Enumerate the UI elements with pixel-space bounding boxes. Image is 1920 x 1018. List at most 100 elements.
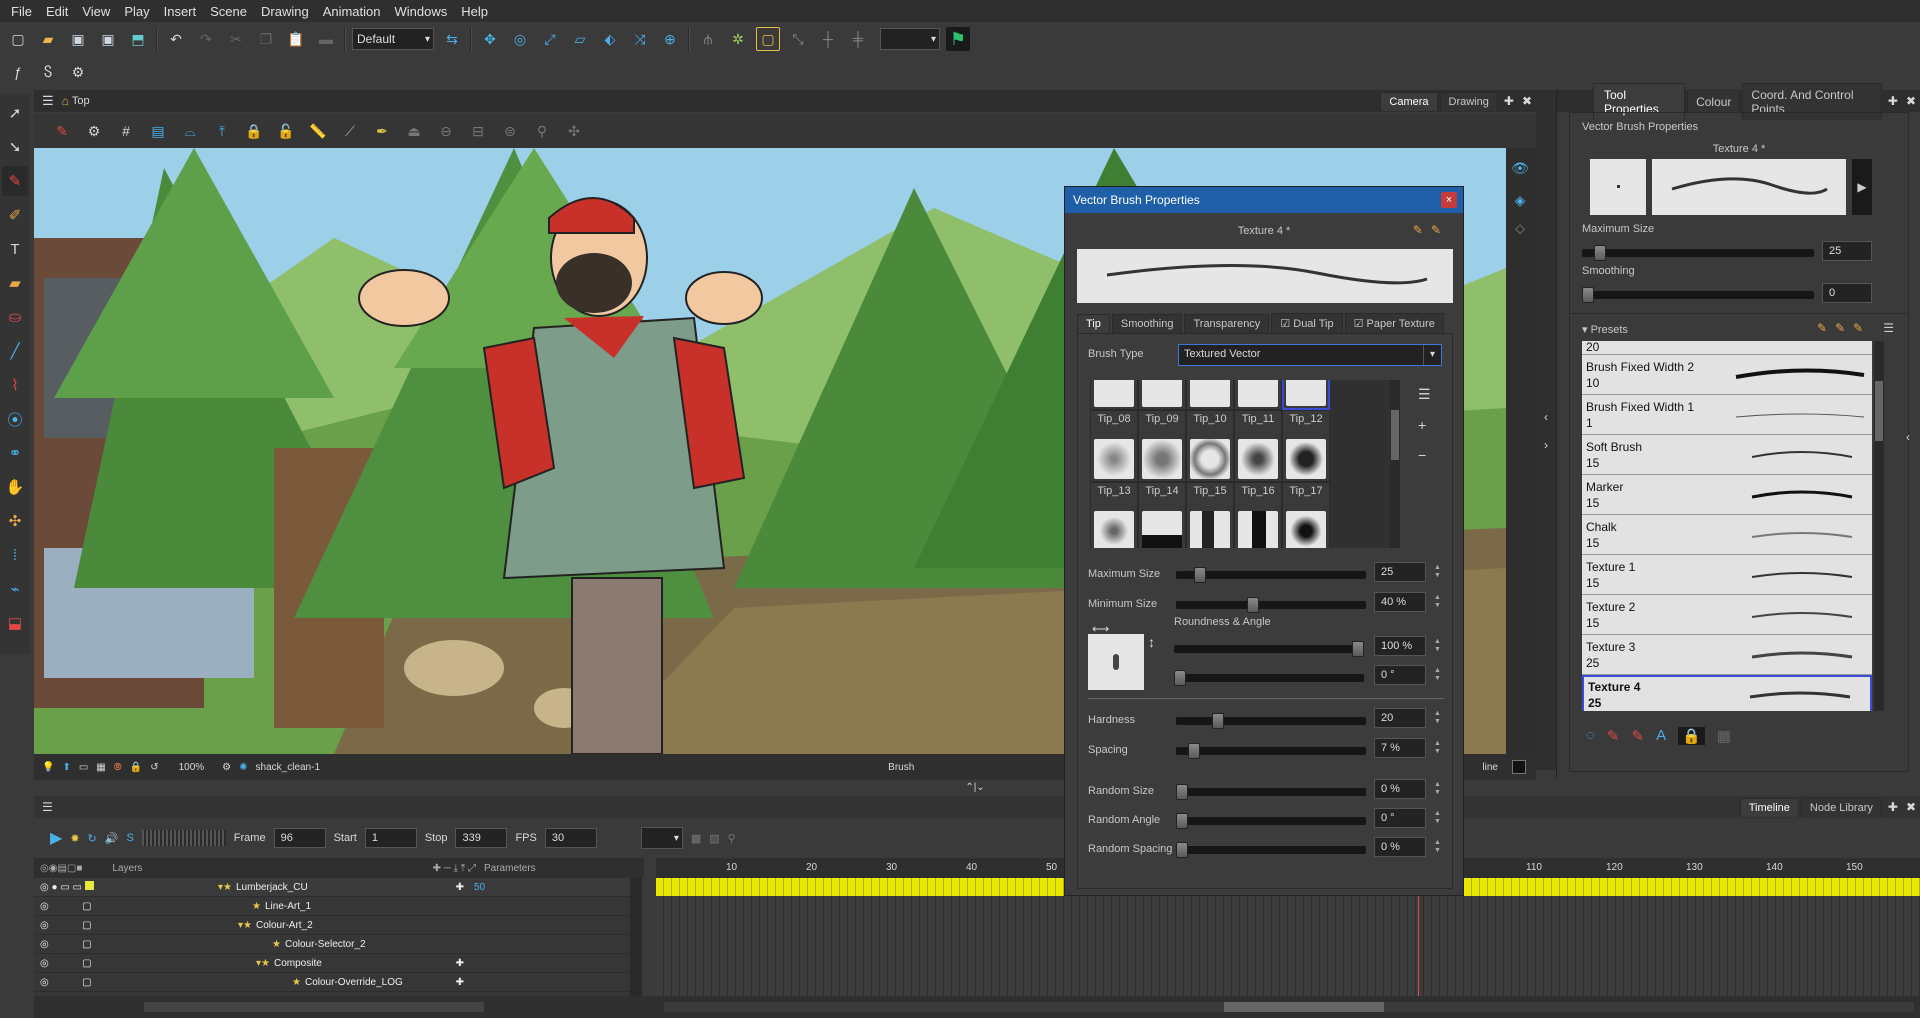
- menu-animation[interactable]: Animation: [316, 4, 388, 19]
- preset-menu-icon[interactable]: ☰: [1883, 321, 1894, 335]
- contour-editor-icon[interactable]: ➘: [2, 132, 28, 162]
- view-more-icon[interactable]: ⬦: [1508, 216, 1532, 240]
- guide-icon[interactable]: ⟋: [338, 119, 362, 143]
- cutter-icon-3[interactable]: ⊟: [466, 119, 490, 143]
- menu-scene[interactable]: Scene: [203, 4, 254, 19]
- random-size-field[interactable]: 0 %: [1374, 779, 1426, 799]
- frame-tracks[interactable]: [656, 896, 1920, 996]
- random-size-slider[interactable]: [1176, 784, 1366, 800]
- max-size-field[interactable]: 25: [1374, 562, 1426, 582]
- lock-selected-icon[interactable]: 🔓: [274, 119, 298, 143]
- menu-insert[interactable]: Insert: [157, 4, 204, 19]
- sound-scrub-icon[interactable]: S: [126, 832, 133, 844]
- workspace-manager-icon[interactable]: ⇆: [440, 27, 464, 51]
- tab-smoothing[interactable]: Smoothing: [1111, 314, 1183, 333]
- random-spacing-spinner[interactable]: ▲ ▼: [1434, 839, 1441, 855]
- onion-skin-icon[interactable]: ⌓: [178, 119, 202, 143]
- camera-shake-icon[interactable]: ⬓: [2, 608, 28, 638]
- open-icon[interactable]: ▰: [36, 27, 60, 51]
- view-layers-icon[interactable]: ◈: [1508, 188, 1532, 212]
- playback-speed-slider[interactable]: [141, 830, 226, 846]
- random-angle-spinner[interactable]: ▲ ▼: [1434, 810, 1441, 826]
- start-field[interactable]: 1: [364, 828, 417, 848]
- script-icon[interactable]: Ⴝ: [36, 60, 60, 84]
- hand-icon[interactable]: ✋: [2, 472, 28, 502]
- add-tip-icon[interactable]: +: [1418, 417, 1431, 433]
- right-smoothing-field[interactable]: 0: [1822, 283, 1872, 303]
- min-size-field[interactable]: 40 %: [1374, 592, 1426, 612]
- grid-icon[interactable]: #: [114, 119, 138, 143]
- collapse-right-icon[interactable]: ›: [1544, 438, 1548, 452]
- header-toggle-icons[interactable]: ◎◉▤▢■: [34, 863, 88, 874]
- line-icon[interactable]: ╱: [2, 336, 28, 366]
- workspace-dropdown[interactable]: Default: [352, 28, 434, 50]
- ruler-status-icon[interactable]: ⦾: [114, 762, 122, 773]
- random-size-spinner[interactable]: ▲ ▼: [1434, 781, 1441, 797]
- right-max-size-slider[interactable]: [1582, 245, 1814, 261]
- angle-spinner[interactable]: ▲ ▼: [1434, 667, 1441, 683]
- list-item[interactable]: Marker 15: [1582, 475, 1872, 515]
- hardness-spinner[interactable]: ▲ ▼: [1434, 710, 1441, 726]
- frame-field[interactable]: 96: [273, 828, 326, 848]
- tip-cell[interactable]: Tip_08: [1090, 410, 1138, 482]
- paper-texture-checkbox[interactable]: ☑: [1354, 318, 1364, 330]
- gear-status-icon[interactable]: ⚙: [222, 762, 231, 773]
- slider-knob[interactable]: [1176, 842, 1188, 858]
- slider-knob[interactable]: [1352, 641, 1364, 657]
- hardness-field[interactable]: 20: [1374, 708, 1426, 728]
- angle-slider[interactable]: [1174, 670, 1364, 686]
- text-icon[interactable]: T: [2, 234, 28, 264]
- tab-timeline[interactable]: Timeline: [1739, 797, 1799, 817]
- menu-view[interactable]: View: [75, 4, 117, 19]
- auto-flatten-icon[interactable]: ✎: [1607, 727, 1620, 745]
- table-row[interactable]: ◎ ● ▭ ▭ ▾★ Lumberjack_CU ✚ 50: [34, 878, 634, 897]
- menu-file[interactable]: File: [4, 4, 39, 19]
- tab-node-library[interactable]: Node Library: [1800, 797, 1882, 817]
- min-size-slider[interactable]: [1176, 597, 1366, 613]
- layer-type-dropdown[interactable]: [640, 827, 683, 849]
- slider-knob[interactable]: [1174, 670, 1186, 686]
- tip-cell[interactable]: Tip_09: [1138, 410, 1186, 482]
- timeline-menu-icon[interactable]: ☰: [34, 800, 61, 814]
- random-spacing-field[interactable]: 0 %: [1374, 837, 1426, 857]
- table-row[interactable]: ◎ ▢ ▾★ Colour-Art_2: [34, 916, 634, 935]
- brush-tool-props-icon[interactable]: ✎: [50, 119, 74, 143]
- cutter-icon-1[interactable]: ⏏: [402, 119, 426, 143]
- pivot-tool-icon[interactable]: ⦿: [2, 404, 28, 434]
- splitter-handle[interactable]: ⌃|⌄: [950, 782, 1000, 796]
- list-item-selected[interactable]: Texture 4 25: [1582, 675, 1872, 711]
- tip-07-cell[interactable]: [1090, 380, 1138, 410]
- deform-icon[interactable]: ⤡: [786, 27, 810, 51]
- tool-settings-icon[interactable]: ⚙: [82, 119, 106, 143]
- dropper-icon[interactable]: ⌇: [2, 370, 28, 400]
- update-preset-icon[interactable]: ✎: [1431, 223, 1441, 237]
- onion-icon[interactable]: ⬆: [62, 762, 70, 773]
- save-preset-icon[interactable]: ✎: [1413, 223, 1423, 237]
- expand-arrow-icon[interactable]: ▶: [1852, 159, 1872, 215]
- grid-toggle-icon[interactable]: ┼: [816, 27, 840, 51]
- flip-icon[interactable]: ⬖: [598, 27, 622, 51]
- tip-menu-icon[interactable]: ☰: [1418, 386, 1431, 403]
- spacing-field[interactable]: 7 %: [1374, 738, 1426, 758]
- zoom-value[interactable]: 100%: [179, 762, 205, 773]
- safe-area-icon[interactable]: ▭: [79, 762, 88, 773]
- tab-colour[interactable]: Colour: [1687, 89, 1741, 113]
- add-layer-icon[interactable]: ✚ ─ ⤓ ⤒ ⤢: [433, 863, 476, 874]
- random-angle-slider[interactable]: [1176, 813, 1366, 829]
- max-size-spinner[interactable]: ▲ ▼: [1434, 564, 1441, 580]
- light-table-icon[interactable]: ▤: [146, 119, 170, 143]
- angle-field[interactable]: 0 °: [1374, 665, 1426, 685]
- menu-drawing[interactable]: Drawing: [254, 4, 316, 19]
- add-group-icon[interactable]: ▧: [709, 832, 719, 845]
- list-item[interactable]: Chalk 15: [1582, 515, 1872, 555]
- dialog-titlebar[interactable]: Vector Brush Properties: [1065, 187, 1463, 213]
- mask-icon[interactable]: ▦: [96, 762, 105, 773]
- tip-cell[interactable]: Tip_11: [1234, 410, 1282, 482]
- ruler-icon[interactable]: 📏: [306, 119, 330, 143]
- scale-icon[interactable]: ⤢: [538, 27, 562, 51]
- cutter-icon-2[interactable]: ⊖: [434, 119, 458, 143]
- brush-icon[interactable]: ✎: [2, 166, 28, 196]
- reset-view-icon[interactable]: ↺: [150, 762, 158, 773]
- menu-play[interactable]: Play: [117, 4, 156, 19]
- menu-windows[interactable]: Windows: [388, 4, 455, 19]
